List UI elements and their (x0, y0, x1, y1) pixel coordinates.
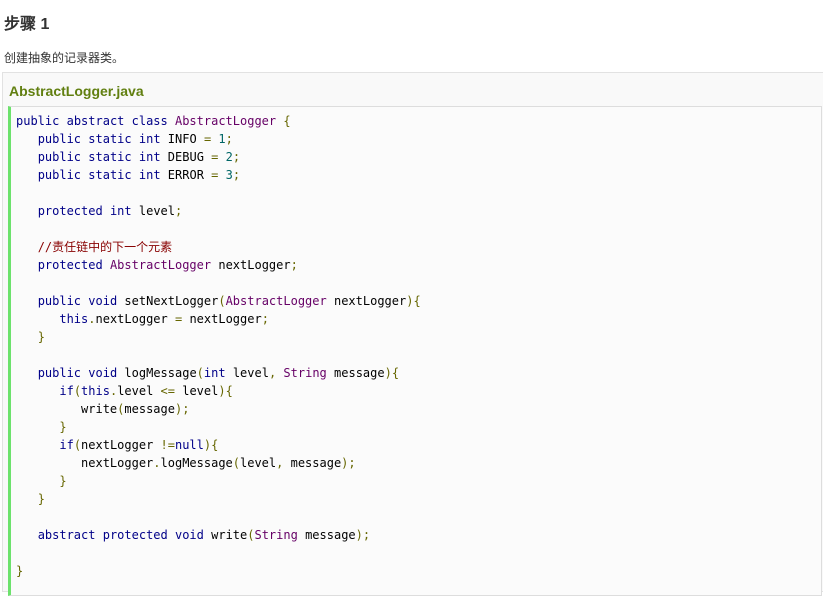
code-line: public abstract class AbstractLogger { (16, 114, 291, 128)
example-file-title: AbstractLogger.java (9, 83, 144, 99)
code-line: if(this.level <= level){ (59, 384, 233, 398)
code-line: } (16, 564, 24, 578)
code-line: } (59, 420, 67, 434)
code-line: public static int INFO = 1; (37, 132, 233, 146)
code-line: protected AbstractLogger nextLogger; (37, 258, 298, 272)
code-line: } (37, 330, 45, 344)
code-line: nextLogger.logMessage(level, message); (81, 456, 356, 470)
code-line: if(nextLogger !=null){ (59, 438, 219, 452)
code-line: //责任链中的下一个元素 (37, 240, 173, 254)
code-line: protected int level; (37, 204, 183, 218)
code-line: public void setNextLogger(AbstractLogger… (37, 294, 421, 308)
code-line: write(message); (81, 402, 190, 416)
code-line: } (59, 474, 67, 488)
code-listing: public abstract class AbstractLogger { p… (16, 112, 421, 580)
step-title: 步骤 1 (4, 16, 50, 33)
code-line: public static int DEBUG = 2; (37, 150, 241, 164)
example-container: AbstractLogger.java public abstract clas… (2, 72, 823, 596)
step-description: 创建抽象的记录器类。 (4, 51, 125, 65)
code-line: } (37, 492, 45, 506)
code-line: public void logMessage(int level, String… (37, 366, 400, 380)
code-line: public static int ERROR = 3; (37, 168, 241, 182)
code-line: this.nextLogger = nextLogger; (59, 312, 269, 326)
code-line: abstract protected void write(String mes… (37, 528, 371, 542)
code-block[interactable]: public abstract class AbstractLogger { p… (8, 106, 822, 596)
